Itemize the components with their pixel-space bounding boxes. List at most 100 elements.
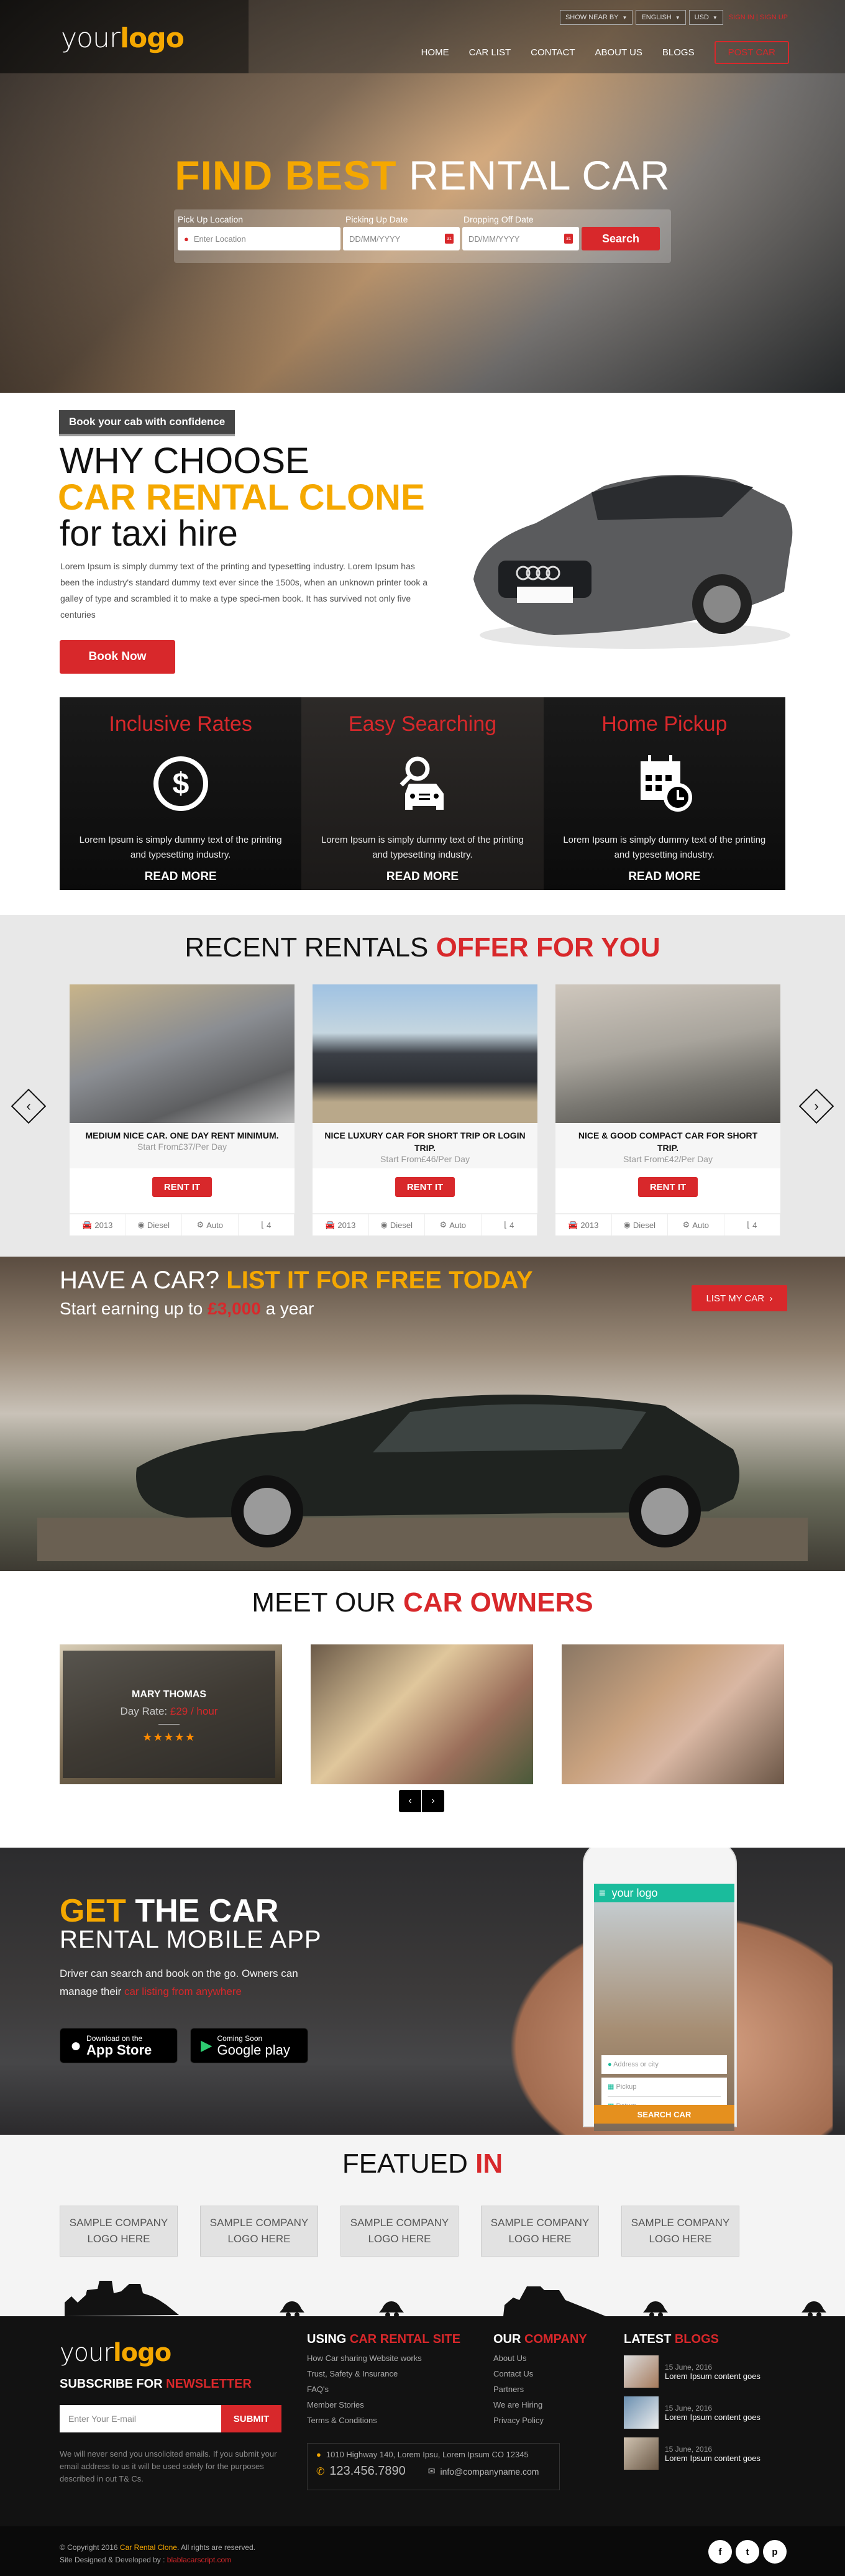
blog-thumbnail <box>624 2437 659 2470</box>
pinterest-icon[interactable]: p <box>763 2540 787 2564</box>
dropoff-date-label: Dropping Off Date <box>464 214 534 224</box>
rent-it-button[interactable]: RENT IT <box>395 1177 455 1197</box>
company-logo[interactable]: SAMPLE COMPANY LOGO HERE <box>60 2206 178 2257</box>
footer-link[interactable]: About Us <box>493 2350 587 2366</box>
section-title: FEATUED IN <box>342 2148 503 2179</box>
star-rating: ★★★★★ <box>142 1731 196 1743</box>
app-subtitle: RENTAL MOBILE APP <box>60 1926 322 1953</box>
logo[interactable]: yourlogo <box>61 22 185 54</box>
phone-screen: ≡your logo ● Address or city ▦ Pickup ▦ … <box>594 1884 734 2131</box>
footer-link[interactable]: Terms & Conditions <box>307 2413 460 2428</box>
company-logo[interactable]: SAMPLE COMPANY LOGO HERE <box>621 2206 739 2257</box>
auth-separator: | <box>756 14 758 21</box>
spec-transmission: ⚙ Auto <box>425 1214 482 1235</box>
fuel-icon: ◉ <box>380 1220 388 1229</box>
language-select[interactable]: ENGLISH ▼ <box>636 10 686 25</box>
top-bar: SHOW NEAR BY ▼ ENGLISH ▼ USD ▼ SIGN IN | SI… <box>559 10 788 25</box>
nav-blogs[interactable]: BLOGS <box>662 47 695 58</box>
newsletter-email-input[interactable]: Enter Your E-mail <box>60 2405 221 2432</box>
spec-seats: ⌊ 4 <box>724 1214 780 1235</box>
app-description: Driver can search and book on the go. Ow… <box>60 1968 298 1997</box>
social-links: f t p <box>708 2540 787 2564</box>
owner-card[interactable] <box>562 1644 784 1784</box>
map-pin-icon: ● <box>184 234 189 244</box>
nav-home[interactable]: HOME <box>421 47 449 58</box>
sign-in-link[interactable]: SIGN IN <box>729 14 754 21</box>
post-car-button[interactable]: POST CAR <box>714 41 789 64</box>
footer-link[interactable]: How Car sharing Website works <box>307 2350 460 2366</box>
show-near-by-select[interactable]: SHOW NEAR BY ▼ <box>559 10 633 25</box>
blog-post[interactable]: 15 June, 2016 Lorem Ipsum content goes <box>624 2355 760 2388</box>
blog-post[interactable]: 15 June, 2016 Lorem Ipsum content goes <box>624 2437 760 2470</box>
car-price: Start From£46/Per Day <box>380 1154 470 1164</box>
location-input[interactable]: ● Enter Location <box>178 227 340 250</box>
facebook-icon[interactable]: f <box>708 2540 732 2564</box>
owners-prev-button[interactable]: ‹ <box>399 1790 421 1812</box>
list-car-banner: HAVE A CAR? LIST IT FOR FREE TODAY Start… <box>0 1257 845 1571</box>
newsletter-submit-button[interactable]: SUBMIT <box>221 2405 281 2432</box>
company-logo[interactable]: SAMPLE COMPANY LOGO HERE <box>340 2206 459 2257</box>
footer-link[interactable]: We are Hiring <box>493 2397 587 2413</box>
footer-logo[interactable]: yourlogo <box>60 2339 171 2367</box>
designer-link[interactable]: blablacarscript.com <box>167 2555 231 2564</box>
apple-icon: ● <box>70 2035 82 2056</box>
rent-it-button[interactable]: RENT IT <box>638 1177 698 1197</box>
phone-address-field: ● Address or city <box>601 2055 727 2074</box>
carousel-prev-button[interactable]: ‹ <box>11 1088 47 1124</box>
read-more-link[interactable]: READ MORE <box>60 870 301 884</box>
book-now-button[interactable]: Book Now <box>60 640 175 674</box>
brand-link[interactable]: Car Rental Clone <box>120 2543 177 2552</box>
map-pin-icon: ● <box>608 2061 612 2068</box>
car-photo <box>313 984 537 1123</box>
spec-year: 🚘 2013 <box>70 1214 126 1235</box>
feature-title: Easy Searching <box>348 712 497 736</box>
app-store-button[interactable]: ● Download on the App Store <box>60 2028 178 2063</box>
copyright-bar: © Copyright 2016 Car Rental Clone. All r… <box>0 2526 845 2576</box>
spec-seats: ⌊ 4 <box>239 1214 295 1235</box>
feature-text: Lorem Ipsum is simply dummy text of the … <box>321 835 524 860</box>
contact-phone[interactable]: 123.456.7890 <box>329 2464 405 2478</box>
rental-card: NICE LUXURY CAR FOR SHORT TRIP OR LOGIN … <box>313 984 537 1235</box>
currency-select[interactable]: USD ▼ <box>688 10 723 25</box>
blog-post[interactable]: 15 June, 2016 Lorem Ipsum content goes <box>624 2396 760 2429</box>
main-nav: HOME CAR LIST CONTACT ABOUT US BLOGS POS… <box>421 41 789 64</box>
read-more-link[interactable]: READ MORE <box>544 870 785 884</box>
read-more-link[interactable]: READ MORE <box>301 870 543 884</box>
footer-link[interactable]: FAQ's <box>307 2381 460 2397</box>
company-logo[interactable]: SAMPLE COMPANY LOGO HERE <box>200 2206 318 2257</box>
chevron-right-icon: › <box>431 1795 435 1806</box>
section-title: MEET OUR CAR OWNERS <box>252 1587 593 1618</box>
list-my-car-button[interactable]: LIST MY CAR › <box>692 1285 787 1311</box>
contact-box: ● 1010 Highway 140, Lorem Ipsu, Lorem Ips… <box>307 2443 560 2490</box>
owner-card[interactable] <box>311 1644 533 1784</box>
dollar-icon: $ <box>153 756 208 811</box>
footer-link[interactable]: Privacy Policy <box>493 2413 587 2428</box>
calendar-icon[interactable]: 31 <box>445 234 454 244</box>
twitter-icon[interactable]: t <box>736 2540 759 2564</box>
footer-link[interactable]: Contact Us <box>493 2366 587 2381</box>
dropoff-date-input[interactable]: DD/MM/YYYY 31 <box>462 227 579 250</box>
search-button[interactable]: Search <box>582 227 660 250</box>
spec-transmission: ⚙ Auto <box>668 1214 724 1235</box>
sign-up-link[interactable]: SIGN UP <box>760 14 788 21</box>
seat-icon: ⌊ <box>504 1220 508 1229</box>
owner-card[interactable]: MARY THOMAS Day Rate: £29 / hour ★★★★★ <box>60 1644 282 1784</box>
owners-next-button[interactable]: › <box>422 1790 444 1812</box>
carousel-next-button[interactable]: › <box>798 1088 834 1124</box>
calendar-icon[interactable]: 31 <box>564 234 573 244</box>
pickup-date-input[interactable]: DD/MM/YYYY 31 <box>343 227 460 250</box>
company-logo[interactable]: SAMPLE COMPANY LOGO HERE <box>481 2206 599 2257</box>
feature-title: Inclusive Rates <box>109 712 252 736</box>
footer-link[interactable]: Member Stories <box>307 2397 460 2413</box>
nav-about-us[interactable]: ABOUT US <box>595 47 642 58</box>
footer-link[interactable]: Partners <box>493 2381 587 2397</box>
car-icon: 🚘 <box>568 1220 578 1229</box>
footer-link[interactable]: Trust, Safety & Insurance <box>307 2366 460 2381</box>
newsletter-note: We will never send you unsolicited email… <box>60 2449 277 2483</box>
seat-icon: ⌊ <box>261 1220 265 1229</box>
nav-car-list[interactable]: CAR LIST <box>469 47 511 58</box>
google-play-button[interactable]: ▶ Coming Soon Google play <box>190 2028 308 2063</box>
rent-it-button[interactable]: RENT IT <box>152 1177 212 1197</box>
contact-email[interactable]: info@companyname.com <box>440 2467 539 2477</box>
nav-contact[interactable]: CONTACT <box>531 47 575 58</box>
